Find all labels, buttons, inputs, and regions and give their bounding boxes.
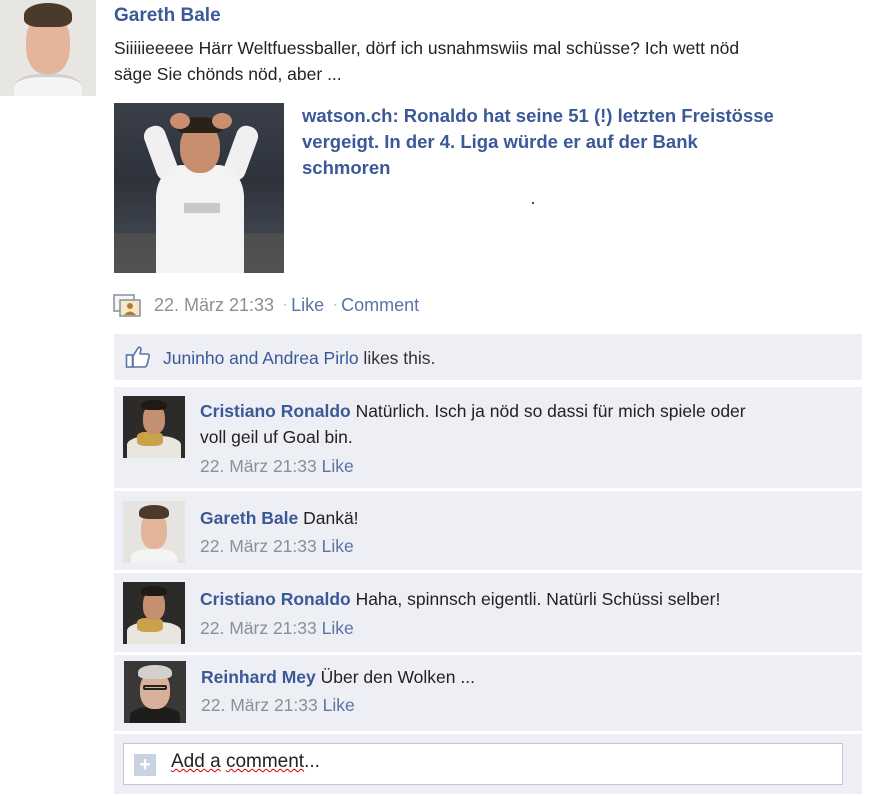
comment-text: Über den Wolken ... xyxy=(315,667,475,687)
post-comment-link[interactable]: Comment xyxy=(341,295,419,315)
shared-link-title-line[interactable]: vergeigt. In der 4. Liga würde er auf de… xyxy=(302,129,867,155)
comment-like-link[interactable]: Like xyxy=(322,536,354,556)
comment-like-link[interactable]: Like xyxy=(322,456,354,476)
thumbs-up-icon xyxy=(125,345,151,369)
comment-body: Cristiano Ronaldo Haha, spinnsch eigentl… xyxy=(200,586,855,612)
shared-link-title-line[interactable]: watson.ch: Ronaldo hat seine 51 (!) letz… xyxy=(302,103,867,129)
stray-dot xyxy=(532,202,534,204)
likes-text: Juninho and Andrea Pirlo likes this. xyxy=(163,348,435,369)
commenter-avatar[interactable] xyxy=(124,661,186,723)
comment-text: Haha, spinnsch eigentli. Natürli Schüssi… xyxy=(350,589,721,609)
comment-meta: 22. März 21:33 Like xyxy=(200,618,354,639)
comment-meta: 22. März 21:33 Like xyxy=(201,695,355,716)
comment-body: Gareth Bale Dankä! xyxy=(200,505,855,531)
post-text-line: säge Sie chönds nöd, aber ... xyxy=(114,64,342,84)
post-author-name[interactable]: Gareth Bale xyxy=(114,5,221,27)
likes-suffix: likes this. xyxy=(358,348,436,368)
commenter-avatar[interactable] xyxy=(123,396,185,458)
commenter-avatar[interactable] xyxy=(123,501,185,563)
shared-link-title[interactable]: watson.ch: Ronaldo hat seine 51 (!) letz… xyxy=(302,103,867,181)
comment-body: Reinhard Mey Über den Wolken ... xyxy=(201,664,856,690)
comment-like-link[interactable]: Like xyxy=(323,695,355,715)
shared-link-title-line[interactable]: schmoren xyxy=(302,155,867,181)
comment-timestamp[interactable]: 22. März 21:33 xyxy=(201,695,318,715)
comment-meta: 22. März 21:33 Like xyxy=(200,456,354,477)
comment-author[interactable]: Reinhard Mey xyxy=(201,667,316,687)
comment-item xyxy=(114,573,862,652)
plus-icon: + xyxy=(134,754,156,776)
add-comment-placeholder[interactable]: Add a comment... xyxy=(171,751,320,773)
comment-timestamp[interactable]: 22. März 21:33 xyxy=(200,618,317,638)
meta-separator: · xyxy=(283,297,288,311)
comment-author[interactable]: Gareth Bale xyxy=(200,508,298,528)
likers-link[interactable]: Juninho and Andrea Pirlo xyxy=(163,348,359,368)
comment-timestamp[interactable]: 22. März 21:33 xyxy=(200,456,317,476)
comment-like-link[interactable]: Like xyxy=(322,618,354,638)
comment-author[interactable]: Cristiano Ronaldo xyxy=(200,401,351,421)
post-meta: 22. März 21:33 · Like · Comment xyxy=(154,295,419,316)
post-text: Siiiiieeeee Härr Weltfuessballer, dörf i… xyxy=(114,35,864,87)
commenter-avatar[interactable] xyxy=(123,582,185,644)
comment-timestamp[interactable]: 22. März 21:33 xyxy=(200,536,317,556)
post-timestamp[interactable]: 22. März 21:33 xyxy=(154,295,274,315)
comment-text: Natürlich. Isch ja nöd so dassi für mich… xyxy=(350,401,746,421)
link-attachment-icon xyxy=(113,294,143,318)
placeholder-part: Add a xyxy=(171,751,221,772)
comment-meta: 22. März 21:33 Like xyxy=(200,536,354,557)
comment-author[interactable]: Cristiano Ronaldo xyxy=(200,589,351,609)
comment-text: Dankä! xyxy=(298,508,359,528)
comment-body: Cristiano Ronaldo Natürlich. Isch ja nöd… xyxy=(200,398,855,450)
placeholder-part: comment xyxy=(225,751,305,772)
comment-text: voll geil uf Goal bin. xyxy=(200,427,353,447)
shared-link-thumbnail[interactable] xyxy=(114,103,284,273)
post-author-avatar[interactable] xyxy=(0,0,96,96)
post-like-link[interactable]: Like xyxy=(291,295,324,315)
meta-separator: · xyxy=(333,297,338,311)
post-text-line: Siiiiieeeee Härr Weltfuessballer, dörf i… xyxy=(114,38,740,58)
placeholder-ellipsis: ... xyxy=(304,751,320,772)
